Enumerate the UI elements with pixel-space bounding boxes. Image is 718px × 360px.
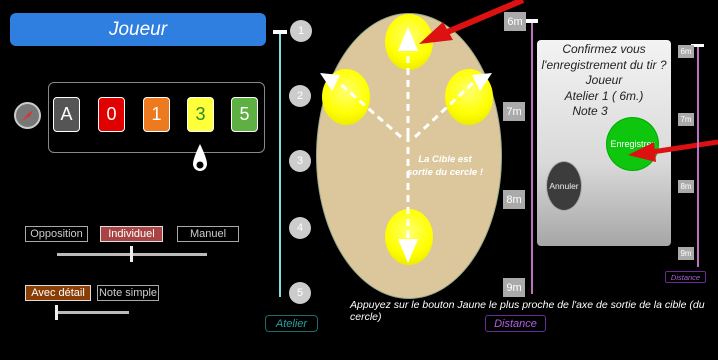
atelier-cursor[interactable] (273, 30, 287, 34)
compass-needle-icon (22, 110, 33, 121)
dialog-line-3: Joueur (585, 73, 623, 87)
annotation-arrow-2-icon (628, 139, 718, 162)
target-message-line2: sortie du cercle ! (406, 167, 484, 178)
player-header[interactable]: Joueur (10, 13, 266, 46)
cancel-button[interactable]: Annuler (546, 161, 582, 211)
dialog-line-1: Confirmez vous (562, 42, 646, 56)
dialog-message: Confirmez vous l'enregistrement du tir ?… (537, 42, 671, 120)
distance-line (531, 20, 533, 294)
dialog-distance-line (697, 45, 699, 267)
instruction-text: Appuyez sur le bouton Jaune le plus proc… (350, 299, 705, 323)
score-button-3[interactable]: 3 (187, 97, 214, 132)
dialog-distance-marker-8m[interactable]: 8m (678, 180, 694, 193)
dialog-line-5: Note 3 (572, 104, 608, 118)
target-message-line1: La Cible est (418, 154, 472, 165)
atelier-marker-4[interactable]: 4 (289, 217, 311, 239)
atelier-line (279, 31, 281, 297)
atelier-marker-5[interactable]: 5 (289, 282, 311, 304)
detail-slider-track[interactable] (55, 311, 129, 314)
distance-marker-7m[interactable]: 7m (503, 102, 525, 121)
mode-slider-knob[interactable] (130, 246, 133, 262)
atelier-marker-1[interactable]: 1 (290, 20, 312, 42)
dialog-line-2: l'enregistrement du tir ? (541, 57, 667, 72)
score-button-0[interactable]: 0 (98, 97, 125, 132)
target-message: La Cible est sortie du cercle ! (405, 153, 485, 179)
mode-manuel-button[interactable]: Manuel (177, 226, 239, 242)
detail-slider-knob[interactable] (55, 305, 58, 320)
mode-individuel-button[interactable]: Individuel (100, 226, 163, 242)
atelier-label: Atelier (265, 315, 318, 332)
distance-marker-9m[interactable]: 9m (503, 278, 525, 297)
dialog-distance-label: Distance (665, 271, 706, 283)
distance-marker-8m[interactable]: 8m (503, 190, 525, 209)
distance-marker-6m[interactable]: 6m (504, 12, 526, 31)
compass-icon[interactable] (14, 102, 41, 129)
score-button-1[interactable]: 1 (143, 97, 170, 132)
dialog-distance-marker-9m[interactable]: 9m (678, 247, 694, 260)
drop-pointer-icon (193, 144, 207, 171)
score-button-5[interactable]: 5 (231, 97, 258, 132)
atelier-marker-3[interactable]: 3 (289, 150, 311, 172)
dialog-line-4: Atelier 1 ( 6m.) (564, 88, 644, 103)
dialog-distance-marker-6m[interactable]: 6m (678, 45, 694, 58)
atelier-marker-2[interactable]: 2 (289, 85, 311, 107)
mode-opposition-button[interactable]: Opposition (25, 226, 88, 242)
score-button-a[interactable]: A (53, 97, 80, 132)
dialog-distance-marker-7m[interactable]: 7m (678, 113, 694, 126)
detail-avec-button[interactable]: Avec détail (25, 285, 91, 301)
detail-simple-button[interactable]: Note simple (97, 285, 159, 301)
distance-cursor[interactable] (525, 19, 538, 23)
